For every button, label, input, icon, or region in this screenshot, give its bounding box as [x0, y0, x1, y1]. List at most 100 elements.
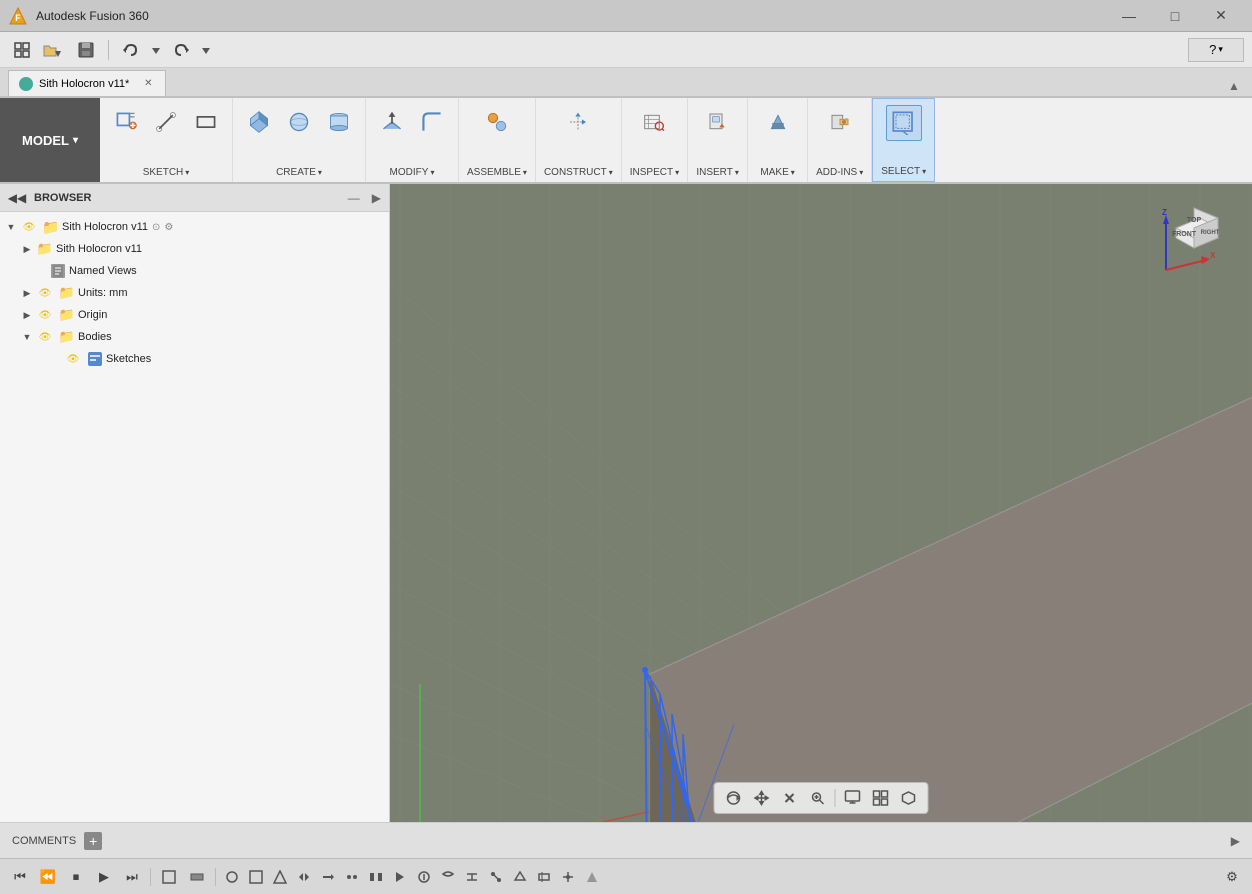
select-group-label[interactable]: SELECT ▾ [881, 166, 926, 177]
eye-icon-face[interactable]: 👁 [65, 351, 81, 367]
construct-group-label[interactable]: CONSTRUCT ▾ [544, 167, 613, 178]
addins-icon[interactable] [822, 104, 858, 140]
anim-btn-8[interactable] [390, 865, 410, 889]
close-button[interactable]: ✕ [1198, 1, 1244, 31]
anim-btn-14[interactable] [534, 865, 554, 889]
view-cube-button[interactable] [896, 786, 922, 810]
inspect-icon[interactable] [636, 104, 672, 140]
insert-icon[interactable] [700, 104, 736, 140]
tree-toggle-named-views[interactable]: ▶ [20, 242, 34, 256]
stop-button[interactable]: ⏹ [64, 865, 88, 889]
bt-sep1 [150, 868, 151, 886]
document-tab[interactable]: Sith Holocron v11* ✕ [8, 70, 166, 96]
anim-btn-2[interactable] [246, 865, 266, 889]
anim-btn-12[interactable] [486, 865, 506, 889]
select-icon[interactable] [886, 105, 922, 141]
anim-btn-5[interactable] [318, 865, 338, 889]
sketch-create-icon[interactable] [108, 104, 144, 140]
open-file-button[interactable] [40, 36, 68, 64]
look-button[interactable] [777, 786, 803, 810]
maximize-button[interactable]: □ [1152, 1, 1198, 31]
addins-group-label[interactable]: ADD-INS ▾ [816, 167, 863, 178]
redo-button[interactable] [167, 36, 195, 64]
anim-btn-16[interactable] [582, 865, 602, 889]
comments-expand-button[interactable]: ▶ [1231, 834, 1240, 848]
assemble-group-label[interactable]: ASSEMBLE ▾ [467, 167, 527, 178]
tree-item-face[interactable]: 👁 Sketches [0, 348, 389, 370]
help-button[interactable]: ? ▾ [1188, 38, 1244, 62]
anim-btn-11[interactable] [462, 865, 482, 889]
orbit-button[interactable] [721, 786, 747, 810]
content-area: ◀◀ BROWSER — ▶ ▼ 👁 📁 Sith Holocron v11 ⊙… [0, 184, 1252, 894]
play-to-start-button[interactable]: ⏮ [8, 865, 32, 889]
zoom-button[interactable] [805, 786, 831, 810]
make-group-label[interactable]: MAKE ▾ [760, 167, 794, 178]
modify-fillet-icon[interactable] [414, 104, 450, 140]
model-workspace-button[interactable]: MODEL ▾ [0, 98, 100, 182]
keyframe-button-2[interactable] [185, 865, 209, 889]
anim-btn-15[interactable] [558, 865, 578, 889]
assemble-icon[interactable] [479, 104, 515, 140]
tree-item-named-views[interactable]: ▶ 📁 Sith Holocron v11 [0, 238, 389, 260]
undo-arrow-button[interactable] [149, 36, 163, 64]
construct-icon[interactable] [560, 104, 596, 140]
grid-view-button[interactable] [8, 36, 36, 64]
nav-cube[interactable]: Z X TOP FRONT RIGHT [1156, 200, 1236, 280]
tree-item-units[interactable]: Named Views [0, 260, 389, 282]
browser-expand-button[interactable]: ▶ [372, 191, 381, 205]
keyframe-button-1[interactable] [157, 865, 181, 889]
create-sphere-icon[interactable] [281, 104, 317, 140]
model-arrow-icon: ▾ [73, 135, 78, 146]
folder-icon-sketches: 📁 [59, 329, 75, 345]
tree-item-root[interactable]: ▼ 👁 📁 Sith Holocron v11 ⊙ ⚙ [0, 216, 389, 238]
anim-btn-6[interactable] [342, 865, 362, 889]
browser-collapse-button[interactable]: — [348, 191, 360, 205]
tree-toggle-sketches[interactable]: ▼ [20, 330, 34, 344]
anim-btn-9[interactable] [414, 865, 434, 889]
tree-toggle-origin[interactable]: ▶ [20, 286, 34, 300]
insert-group-label[interactable]: INSERT ▾ [696, 167, 739, 178]
comments-add-button[interactable]: + [84, 832, 102, 850]
minimize-button[interactable]: — [1106, 1, 1152, 31]
anim-btn-10[interactable] [438, 865, 458, 889]
grid-toggle-button[interactable] [868, 786, 894, 810]
tree-item-sketches[interactable]: ▼ 👁 📁 Bodies [0, 326, 389, 348]
tree-item-bodies[interactable]: ▶ 👁 📁 Origin [0, 304, 389, 326]
inspect-group-label[interactable]: INSPECT ▾ [630, 167, 679, 178]
eye-icon-origin[interactable]: 👁 [37, 285, 53, 301]
tab-close-button[interactable]: ✕ [141, 77, 155, 91]
create-box-icon[interactable] [241, 104, 277, 140]
create-group-label[interactable]: CREATE ▾ [276, 167, 322, 178]
anim-btn-1[interactable] [222, 865, 242, 889]
pan-button[interactable] [749, 786, 775, 810]
settings-icon-root[interactable]: ⚙ [164, 222, 173, 233]
eye-icon-root[interactable]: 👁 [21, 219, 37, 235]
eye-icon-bodies[interactable]: 👁 [37, 307, 53, 323]
play-to-end-button[interactable]: ⏭ [120, 865, 144, 889]
tree-toggle-root[interactable]: ▼ [4, 220, 18, 234]
settings-button[interactable]: ⚙ [1220, 865, 1244, 889]
modify-group-label[interactable]: MODIFY ▾ [390, 167, 435, 178]
step-back-button[interactable]: ⏪ [36, 865, 60, 889]
viewport[interactable]: 50 100 50 Z X [390, 184, 1252, 822]
anim-btn-7[interactable] [366, 865, 386, 889]
sketch-group-label[interactable]: SKETCH ▾ [143, 167, 190, 178]
tab-arrow[interactable]: ▲ [1224, 76, 1244, 96]
tree-toggle-bodies[interactable]: ▶ [20, 308, 34, 322]
modify-press-pull-icon[interactable] [374, 104, 410, 140]
save-button[interactable] [72, 36, 100, 64]
redo-arrow-button[interactable] [199, 36, 213, 64]
sketch-rect-icon[interactable] [188, 104, 224, 140]
display-mode-button[interactable] [840, 786, 866, 810]
tree-item-origin[interactable]: ▶ 👁 📁 Units: mm [0, 282, 389, 304]
create-cylinder-icon[interactable] [321, 104, 357, 140]
sketch-line-icon[interactable] [148, 104, 184, 140]
anim-btn-13[interactable] [510, 865, 530, 889]
browser-back-button[interactable]: ◀◀ [8, 189, 26, 207]
anim-btn-4[interactable] [294, 865, 314, 889]
undo-button[interactable] [117, 36, 145, 64]
anim-btn-3[interactable] [270, 865, 290, 889]
eye-icon-sketches[interactable]: 👁 [37, 329, 53, 345]
play-button[interactable]: ▶ [92, 865, 116, 889]
make-icon[interactable] [760, 104, 796, 140]
